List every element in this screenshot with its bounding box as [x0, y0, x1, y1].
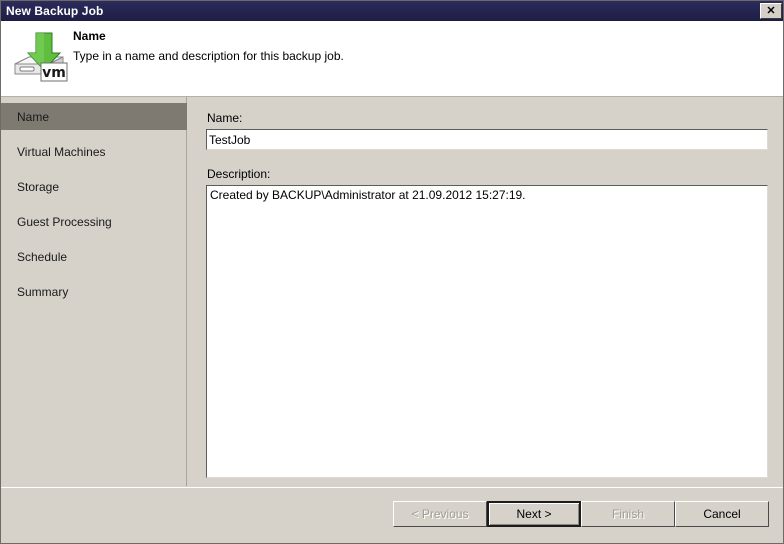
sidebar-item-label: Guest Processing	[17, 214, 112, 229]
name-field-label: Name:	[207, 111, 243, 125]
sidebar-item-label: Schedule	[17, 249, 68, 264]
finish-button[interactable]: Finish	[581, 501, 675, 527]
svg-text:vm: vm	[42, 65, 66, 81]
window-title: New Backup Job	[6, 4, 104, 18]
page-subtitle: Type in a name and description for this …	[73, 49, 344, 63]
sidebar-item-summary[interactable]: Summary	[1, 278, 187, 305]
sidebar-item-label: Virtual Machines	[17, 144, 106, 159]
sidebar-item-guest-processing[interactable]: Guest Processing	[1, 208, 187, 235]
cancel-button[interactable]: Cancel	[675, 501, 769, 527]
description-field-label: Description:	[207, 167, 271, 181]
wizard-step-sidebar: Name Virtual Machines Storage Guest Proc…	[1, 97, 187, 486]
new-backup-job-dialog: New Backup Job ✕ vm Name Type in a name …	[0, 0, 784, 544]
name-input[interactable]	[207, 130, 767, 149]
description-textarea[interactable]	[207, 186, 767, 477]
close-icon[interactable]: ✕	[760, 3, 782, 19]
dialog-footer: < Previous Next > Finish Cancel	[1, 487, 783, 543]
description-input-wrapper[interactable]	[206, 185, 768, 478]
sidebar-item-virtual-machines[interactable]: Virtual Machines	[1, 138, 187, 165]
page-title: Name	[73, 29, 106, 43]
sidebar-item-label: Summary	[17, 284, 69, 299]
wizard-header: vm Name Type in a name and description f…	[1, 21, 783, 97]
main-content-pane: Name: Description:	[188, 97, 783, 486]
next-button[interactable]: Next >	[487, 501, 581, 527]
title-bar: New Backup Job ✕	[1, 1, 783, 21]
sidebar-item-schedule[interactable]: Schedule	[1, 243, 187, 270]
previous-button[interactable]: < Previous	[393, 501, 487, 527]
sidebar-item-label: Name	[17, 109, 50, 124]
sidebar-item-name[interactable]: Name	[1, 103, 187, 130]
sidebar-item-label: Storage	[17, 179, 60, 194]
close-glyph: ✕	[766, 4, 776, 17]
sidebar-item-storage[interactable]: Storage	[1, 173, 187, 200]
name-input-wrapper[interactable]	[206, 129, 768, 150]
backup-job-vm-icon: vm	[11, 27, 71, 87]
